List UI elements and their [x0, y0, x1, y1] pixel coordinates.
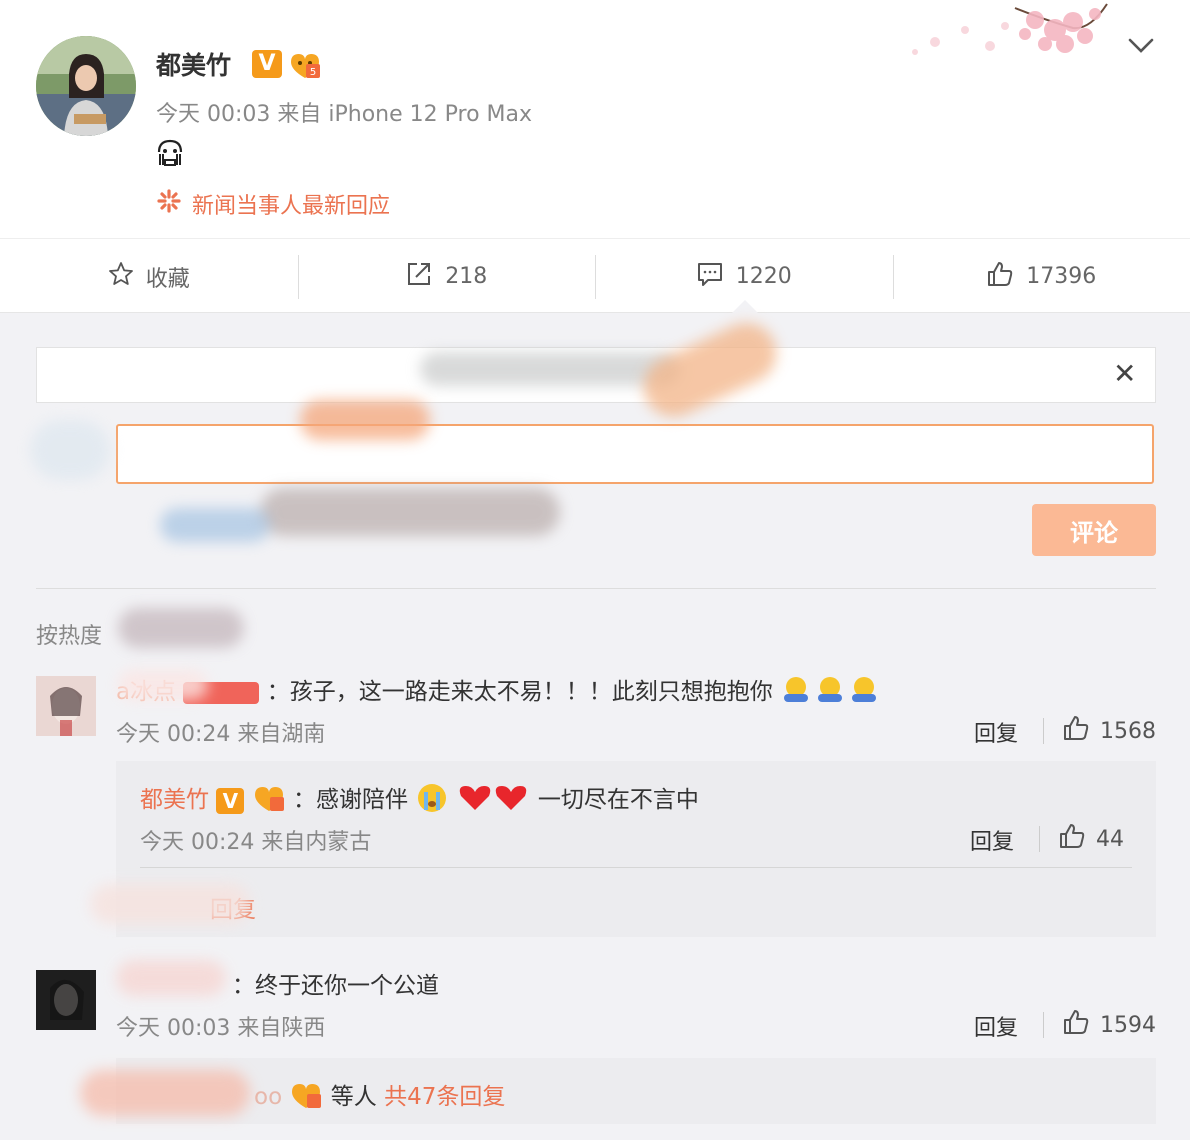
like-button[interactable]: 17396 [892, 239, 1190, 314]
comments-divider [36, 588, 1156, 589]
thumbs-up-icon [1058, 822, 1086, 856]
comment-icon [696, 260, 724, 294]
reply-body: ：感谢陪伴 [292, 787, 408, 813]
share-icon [405, 260, 433, 294]
post-timestamp: 今天 00:03 [156, 102, 271, 127]
comment-like-count: 1594 [1100, 1012, 1156, 1038]
favorite-button[interactable]: 收藏 [0, 239, 298, 314]
close-icon[interactable]: ✕ [1113, 360, 1136, 388]
reply-author[interactable]: 都美竹 [140, 787, 209, 813]
comment-submit-button[interactable]: 评论 [1032, 504, 1156, 556]
comment-text-row: a冰点 ：孩子，这一路走来太不易！！！此刻只想抱抱你 [116, 672, 880, 712]
more-replies-row[interactable]: oo 等人 共47条回复 [254, 1077, 505, 1116]
reply-text-row: 都美竹 V ：感谢陪伴 一切尽在不言中 [140, 780, 699, 820]
post-action-bar: 收藏 218 1220 17396 [0, 238, 1190, 313]
topic-link[interactable]: 新闻当事人最新回应 [156, 188, 390, 220]
fan-badge-icon: 5 [288, 50, 322, 84]
like-count: 17396 [1026, 264, 1097, 289]
privacy-blur [118, 608, 244, 648]
post-meta: 今天 00:03 来自 iPhone 12 Pro Max [156, 96, 532, 128]
replier-name-partial: oo [254, 1084, 283, 1110]
reply-body-tail: 一切尽在不言中 [537, 787, 699, 813]
fan-badge-icon [289, 1080, 323, 1116]
fan-badge-icon [252, 783, 286, 819]
privacy-blur [116, 960, 226, 996]
topic-label: 新闻当事人最新回应 [192, 194, 391, 219]
thumbs-up-icon [1062, 1008, 1090, 1042]
weibo-post-card: 都美竹 V 5 今天 00:03 来自 iPhone 12 Pro Max 新闻… [0, 0, 1190, 313]
comment-author[interactable]: a冰点 [116, 679, 176, 705]
svg-text:5: 5 [310, 67, 316, 78]
share-count: 218 [445, 264, 488, 289]
tears-emoji-icon [415, 782, 449, 820]
privacy-blur [260, 488, 560, 536]
hot-topic-icon [156, 188, 182, 220]
comment-tab-caret [732, 300, 758, 313]
favorite-label: 收藏 [145, 266, 190, 292]
reply-divider [140, 867, 1132, 868]
verified-badge: V [252, 50, 282, 78]
chevron-down-icon[interactable] [1126, 30, 1156, 64]
privacy-blur [30, 420, 110, 480]
heart-icons [457, 782, 531, 820]
fan-level-badge [183, 681, 260, 704]
comment-meta: 今天 00:24 来自湖南 [116, 722, 326, 747]
hug-emoji-icon [780, 674, 880, 712]
reply-button[interactable]: 回复 [974, 716, 1018, 748]
reply-like-count: 44 [1096, 826, 1124, 852]
blossom-decoration [895, 0, 1115, 74]
comment-like-count: 1568 [1100, 718, 1156, 744]
post-source: 来自 iPhone 12 Pro Max [277, 102, 533, 127]
action-separator [1043, 718, 1044, 744]
share-button[interactable]: 218 [297, 239, 596, 314]
author-name[interactable]: 都美竹 [156, 46, 231, 82]
composer-top-bar [36, 347, 1156, 403]
thumbs-up-icon [986, 260, 1014, 294]
comment-body: ：终于还你一个公道 [232, 973, 439, 999]
thumbs-up-icon [1062, 714, 1090, 748]
sort-by-hot[interactable]: 按热度 [36, 618, 102, 650]
reply-like-button[interactable]: 44 [1058, 822, 1124, 856]
comment-like-button[interactable]: 1594 [1062, 1008, 1156, 1042]
more-replies-link[interactable]: 回复 [210, 890, 256, 924]
star-icon [108, 261, 134, 293]
privacy-blur [160, 508, 270, 542]
comment-count: 1220 [735, 264, 792, 289]
action-separator [1043, 1012, 1044, 1038]
commenter-avatar[interactable] [36, 970, 96, 1030]
reply-reply-button[interactable]: 回复 [970, 824, 1014, 856]
crying-face-icon [155, 138, 185, 172]
comment-input[interactable] [116, 424, 1154, 484]
author-avatar[interactable] [36, 36, 136, 136]
more-replies-mid: 等人 [330, 1084, 377, 1110]
verified-badge: V [216, 787, 245, 814]
comment-like-button[interactable]: 1568 [1062, 714, 1156, 748]
comment-body: ：孩子，这一路走来太不易！！！此刻只想抱抱你 [266, 679, 773, 705]
action-separator [1039, 826, 1040, 852]
comment-meta: 今天 00:03 来自陕西 [116, 1016, 326, 1041]
reply-button[interactable]: 回复 [974, 1010, 1018, 1042]
more-replies-count[interactable]: 共47条回复 [384, 1084, 505, 1110]
commenter-avatar[interactable] [36, 676, 96, 736]
reply-meta: 今天 00:24 来自内蒙古 [140, 830, 372, 855]
